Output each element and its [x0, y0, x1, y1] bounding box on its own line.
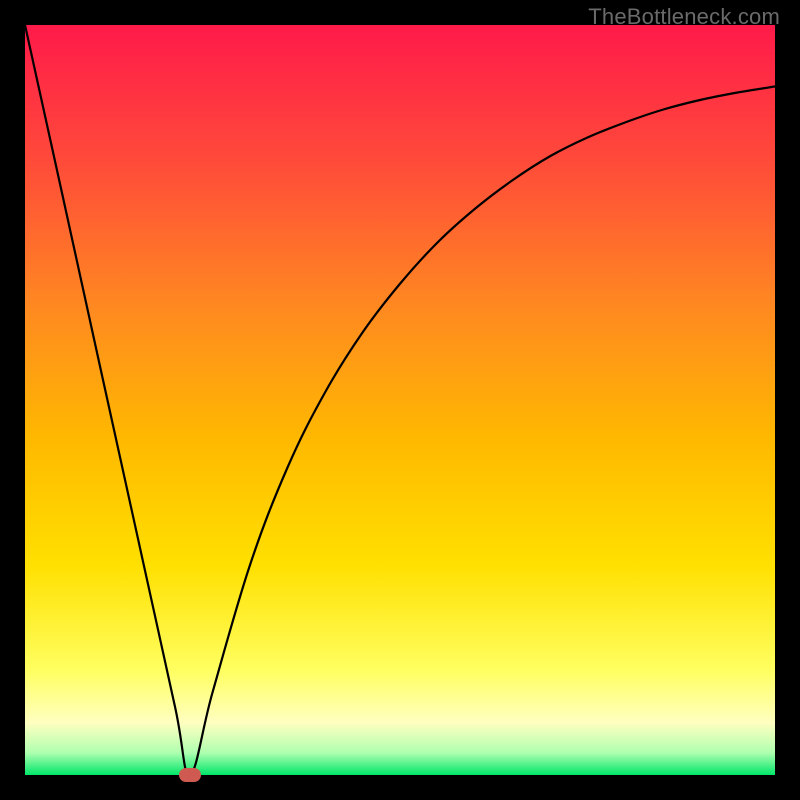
watermark-text: TheBottleneck.com	[588, 4, 780, 30]
optimum-marker	[179, 768, 201, 782]
chart-frame: TheBottleneck.com	[0, 0, 800, 800]
plot-area	[25, 25, 775, 775]
gradient-background	[25, 25, 775, 775]
